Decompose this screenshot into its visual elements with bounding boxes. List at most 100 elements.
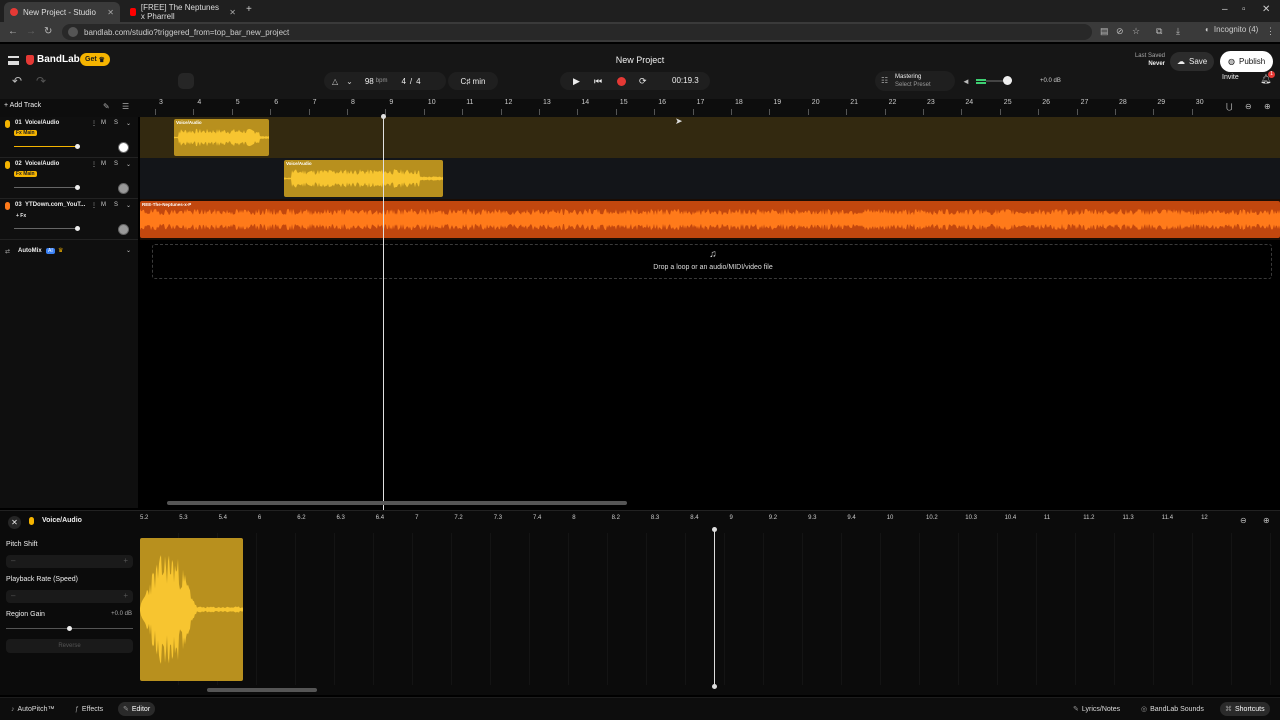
editor-tab[interactable]: ✎ Editor [118, 702, 156, 716]
volume-knob[interactable] [1003, 76, 1012, 85]
solo-button[interactable]: S [114, 202, 118, 208]
track-lane-3[interactable]: REE-The-Neptunes-x-P [140, 199, 1280, 240]
track-lanes[interactable]: Voice/Audio Voice/Audio REE-The-Neptunes… [140, 117, 1280, 508]
pitch-shift-stepper[interactable]: – + [6, 555, 133, 568]
undo-icon[interactable]: ↶ [12, 74, 22, 88]
mute-button[interactable]: M [101, 120, 106, 126]
incognito-indicator[interactable]: ◐ Incognito (4) [1205, 25, 1258, 34]
mute-button[interactable]: M [101, 161, 106, 167]
fx-preset-badge[interactable]: Fx Main [14, 130, 37, 136]
key-selector[interactable]: C♯ min [448, 72, 498, 90]
decrease-icon[interactable]: – [11, 556, 15, 565]
track-panel-toggle-button[interactable] [178, 73, 194, 89]
add-track-button[interactable]: + Add Track [4, 102, 41, 109]
tempo-timesig-control[interactable]: △ ⌄ 98 bpm 4 / 4 [324, 72, 446, 90]
decrease-icon[interactable]: – [11, 591, 15, 600]
autopitch-tab[interactable]: ♪ AutoPitch™ [6, 702, 59, 716]
tracking-protection-icon[interactable]: ⊘ [1116, 26, 1124, 37]
track-volume-slider[interactable] [14, 226, 80, 231]
fx-preset-badge[interactable]: Fx Main [14, 171, 37, 177]
save-page-icon[interactable]: ▤ [1100, 26, 1109, 37]
drop-zone[interactable]: ♫ Drop a loop or an audio/MIDI/video fil… [152, 244, 1272, 279]
mastering-preset-button[interactable]: ☷ Mastering Select Preset [875, 71, 955, 91]
track-header-1[interactable]: 01 Voice/Audio ⋮ M S ⌄ Fx Main [0, 117, 138, 158]
time-signature-denominator[interactable]: 4 [416, 77, 420, 86]
zoom-out-icon[interactable]: ⊖ [1245, 102, 1252, 111]
close-tab-icon[interactable]: ✕ [107, 8, 114, 17]
solo-button[interactable]: S [114, 161, 118, 167]
zoom-out-icon[interactable]: ⊖ [1240, 516, 1247, 525]
forward-icon[interactable]: → [26, 26, 36, 37]
skip-to-start-icon[interactable]: ⏮ [594, 76, 602, 87]
browser-tab-studio[interactable]: New Project - Studio ✕ [4, 2, 120, 22]
close-window-icon[interactable]: ✕ [1262, 4, 1270, 15]
publish-button[interactable]: ◍ Publish [1220, 51, 1274, 72]
downloads-icon[interactable]: ⤓ [1176, 26, 1180, 37]
close-tab-icon[interactable]: ✕ [229, 8, 236, 17]
automix-row[interactable]: ⇄ AutoMix AI ♛ ⌄ [0, 247, 138, 261]
editor-waveform-lane[interactable] [140, 533, 1280, 685]
horizontal-scrollbar[interactable] [167, 501, 627, 505]
shortcuts-tab[interactable]: ⌘ Shortcuts [1220, 702, 1270, 716]
record-button[interactable] [617, 77, 626, 86]
track-header-2[interactable]: 02 Voice/Audio ⋮ M S ⌄ Fx Main [0, 158, 138, 199]
pan-knob[interactable] [118, 183, 129, 194]
maximize-icon[interactable]: ▫ [1242, 4, 1246, 15]
editor-playhead[interactable] [712, 527, 717, 689]
lyrics-notes-tab[interactable]: ✎ Lyrics/Notes [1068, 702, 1125, 716]
browser-menu-icon[interactable]: ⋮ [1266, 26, 1275, 37]
region-gain-knob[interactable] [67, 626, 72, 631]
pan-knob[interactable] [118, 142, 129, 153]
pencil-tool-icon[interactable]: ✎ [103, 102, 110, 111]
url-field[interactable]: bandlab.com/studio?triggered_from=top_ba… [62, 24, 1092, 40]
track-menu-icon[interactable]: ⋮ [91, 202, 97, 209]
site-info-icon[interactable] [68, 27, 78, 37]
time-signature-numerator[interactable]: 4 [401, 77, 405, 86]
speaker-icon[interactable]: ◄ [962, 77, 970, 86]
add-fx-button[interactable]: + Fx [16, 213, 26, 219]
chevron-down-icon[interactable]: ⌄ [126, 247, 131, 254]
track-menu-icon[interactable]: ⋮ [91, 120, 97, 127]
project-title[interactable]: New Project [0, 55, 1280, 65]
zoom-in-icon[interactable]: ⊕ [1263, 516, 1270, 525]
increase-icon[interactable]: + [123, 591, 128, 600]
audio-region[interactable]: REE-The-Neptunes-x-P [140, 201, 1280, 238]
chevron-down-icon[interactable]: ⌄ [126, 202, 131, 209]
back-icon[interactable]: ← [8, 26, 18, 37]
track-lane-2[interactable]: Voice/Audio [140, 158, 1280, 199]
reverse-button[interactable]: Reverse [6, 639, 133, 653]
pan-knob[interactable] [118, 224, 129, 235]
play-icon[interactable]: ▶ [573, 76, 580, 87]
chevron-down-icon[interactable]: ⌄ [346, 77, 353, 86]
zoom-in-icon[interactable]: ⊕ [1264, 102, 1271, 111]
editor-ruler[interactable]: 5.2 5.3 5.4 6 6.2 6.3 6.4 7 7.2 7.3 7.4 8 8.2 8.3 8.4 9… [140, 511, 1230, 531]
reload-icon[interactable]: ↻ [44, 26, 52, 37]
tempo-value[interactable]: 98 [365, 77, 374, 86]
close-editor-button[interactable]: ✕ [8, 516, 21, 529]
minimize-icon[interactable]: – [1222, 4, 1228, 15]
track-settings-icon[interactable]: ☰ [122, 102, 129, 111]
timeline-ruler[interactable]: 3 4 5 6 7 8 9 10 11 12 13 14 15 16 17 18 19 20 21 22 23 24 25 2… [140, 99, 1220, 117]
audio-region[interactable]: Voice/Audio [174, 119, 269, 156]
solo-button[interactable]: S [114, 120, 118, 126]
loop-icon[interactable]: ⟳ [639, 76, 647, 87]
editor-audio-region[interactable] [140, 538, 243, 681]
effects-tab[interactable]: ƒ Effects [70, 702, 108, 716]
chevron-down-icon[interactable]: ⌄ [126, 161, 131, 168]
track-header-3[interactable]: 03 YTDown.com_YouT... ⋮ M S ⌄ + Fx [0, 199, 138, 240]
master-volume-slider[interactable] [976, 76, 1012, 85]
editor-scrollbar[interactable] [207, 688, 317, 692]
save-button[interactable]: ☁ Save [1170, 52, 1215, 71]
snap-magnet-icon[interactable]: ⋃ [1226, 102, 1233, 111]
new-tab-icon[interactable]: + [246, 4, 252, 15]
bookmark-star-icon[interactable]: ☆ [1132, 26, 1140, 37]
metronome-icon[interactable]: △ [332, 77, 338, 86]
playhead[interactable] [381, 114, 386, 510]
track-volume-slider[interactable] [14, 185, 80, 190]
redo-icon[interactable]: ↷ [36, 74, 46, 88]
mute-button[interactable]: M [101, 202, 106, 208]
track-volume-slider[interactable] [14, 144, 80, 149]
audio-region[interactable]: Voice/Audio [284, 160, 443, 197]
track-lane-1[interactable]: Voice/Audio [140, 117, 1280, 158]
invite-button[interactable]: Invite [1222, 74, 1239, 81]
